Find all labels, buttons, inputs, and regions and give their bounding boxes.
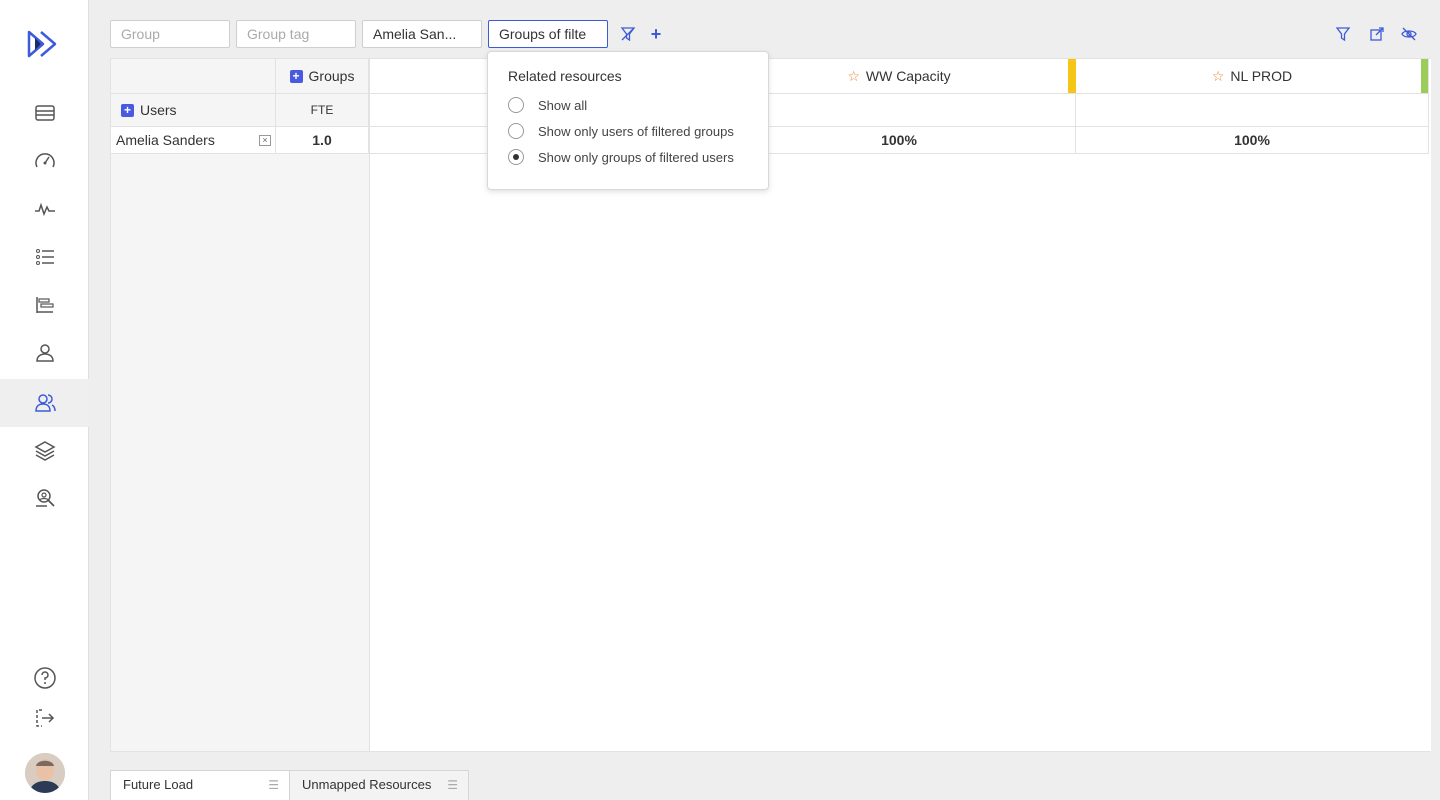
users-icon	[34, 394, 56, 412]
layers-icon	[33, 441, 56, 461]
column-header-nl-prod[interactable]: ☆ NL PROD	[1076, 59, 1429, 94]
plus-square-icon[interactable]: +	[289, 69, 303, 83]
help-icon	[33, 667, 56, 689]
table-cell-value: 100%	[1076, 127, 1429, 154]
option-groups-of-filtered-users[interactable]: Show only groups of filtered users	[508, 144, 748, 170]
column-header-ww-capacity[interactable]: ☆ WW Capacity	[723, 59, 1076, 94]
nav-user[interactable]	[0, 329, 89, 377]
external-link-icon	[1370, 27, 1384, 41]
users-header-label: Users	[140, 102, 177, 118]
group-tag-filter-input[interactable]	[236, 20, 356, 48]
subheader-cell	[723, 94, 1076, 127]
app-logo-icon[interactable]	[27, 30, 63, 58]
numbered-list-icon	[35, 249, 54, 265]
fte-header: FTE	[276, 94, 369, 127]
groups-header-label: Groups	[308, 68, 355, 84]
user-icon	[35, 344, 54, 362]
drag-handle-icon[interactable]: ☰	[447, 771, 458, 799]
tab-unmapped-resources[interactable]: Unmapped Resources ☰	[289, 770, 469, 800]
activity-icon	[34, 202, 55, 217]
option-label: Show only users of filtered groups	[538, 123, 734, 139]
popup-title: Related resources	[508, 68, 622, 84]
radio-button[interactable]	[508, 97, 524, 113]
eye-off-icon	[1401, 27, 1417, 41]
tab-label: Future Load	[123, 777, 194, 792]
user-filter-input[interactable]	[362, 20, 482, 48]
clear-filter-button[interactable]	[618, 24, 638, 44]
filter-heart-icon	[1335, 27, 1351, 42]
nav-layers[interactable]	[0, 426, 89, 474]
logout-icon	[35, 709, 54, 727]
filter-off-icon	[620, 27, 636, 42]
fte-value: 1.0	[276, 127, 369, 154]
list-rows-icon	[34, 105, 55, 121]
option-label: Show only groups of filtered users	[538, 149, 734, 165]
tab-future-load[interactable]: Future Load ☰	[110, 770, 290, 800]
star-icon[interactable]: ☆	[1212, 68, 1225, 85]
group-filter-input[interactable]	[110, 20, 230, 48]
star-icon[interactable]: ☆	[847, 68, 860, 85]
related-resources-select[interactable]	[488, 20, 608, 48]
table-row-user[interactable]: Amelia Sanders ×	[111, 127, 276, 154]
favorite-filter-button[interactable]	[1333, 24, 1353, 44]
nav-users[interactable]	[0, 379, 89, 427]
option-users-of-filtered-groups[interactable]: Show only users of filtered groups	[508, 118, 748, 144]
search-users-icon	[35, 489, 55, 507]
nl-prod-color-strip	[1421, 59, 1428, 93]
corner-cell	[111, 59, 276, 94]
tab-label: Unmapped Resources	[302, 777, 432, 792]
nav-list-rows[interactable]	[0, 89, 89, 137]
plus-square-icon[interactable]: +	[121, 103, 134, 117]
nav-speedometer[interactable]	[0, 137, 89, 185]
resource-grid: + Groups + Users FTE Amelia Sanders × 1.…	[110, 58, 1431, 752]
avatar[interactable]	[25, 753, 65, 793]
user-name: Amelia Sanders	[116, 132, 215, 148]
subheader-cell	[1076, 94, 1429, 127]
add-filter-button[interactable]: +	[648, 24, 664, 44]
nav-numbered-list[interactable]	[0, 233, 89, 281]
nav-search-users[interactable]	[0, 474, 89, 522]
drag-handle-icon[interactable]: ☰	[268, 771, 279, 799]
speedometer-icon	[34, 153, 55, 168]
option-show-all[interactable]: Show all	[508, 92, 748, 118]
column-title: WW Capacity	[865, 68, 951, 84]
radio-button[interactable]	[508, 123, 524, 139]
user-avatar-icon	[25, 753, 65, 793]
groups-header[interactable]: + Groups	[276, 59, 369, 94]
gantt-icon	[35, 297, 54, 313]
related-resources-popup: Related resources Show all Show only use…	[487, 51, 769, 190]
option-label: Show all	[538, 97, 588, 113]
nav-gantt[interactable]	[0, 281, 89, 329]
users-header[interactable]: + Users	[111, 94, 276, 127]
radio-button-checked[interactable]	[508, 149, 524, 165]
column-title: NL PROD	[1230, 68, 1293, 84]
export-button[interactable]	[1367, 24, 1387, 44]
sidebar	[0, 0, 89, 800]
remove-user-icon[interactable]: ×	[259, 135, 271, 146]
hide-button[interactable]	[1399, 24, 1419, 44]
table-cell-value: 100%	[723, 127, 1076, 154]
ww-capacity-color-strip	[1068, 59, 1076, 93]
nav-activity[interactable]	[0, 185, 89, 233]
logout-button[interactable]	[0, 694, 89, 742]
